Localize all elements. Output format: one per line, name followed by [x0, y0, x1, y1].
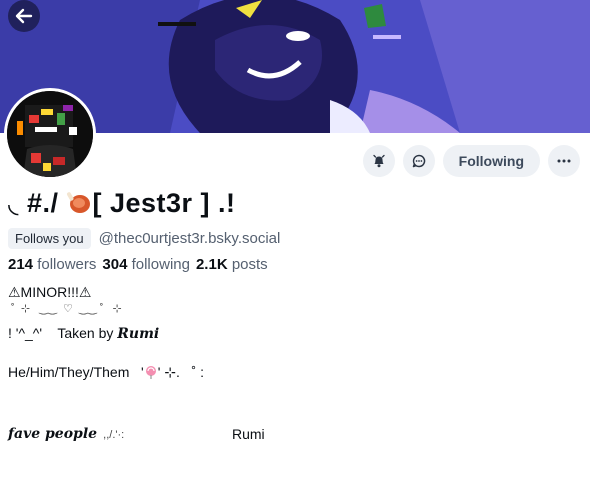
bio-line-4: He/Him/They/Them ' ' ⊹. ˚ : — [8, 364, 204, 381]
bio-line-5: fave people ,,/.'·: — [8, 425, 124, 442]
avatar-image — [7, 91, 93, 177]
chat-bubble-icon — [412, 154, 425, 168]
followers-count: 214 — [8, 256, 34, 273]
back-button[interactable] — [8, 0, 40, 32]
meat-icon — [67, 192, 91, 213]
following-link[interactable]: 304 following — [102, 256, 196, 273]
followers-link[interactable]: 214 followers — [8, 256, 102, 273]
posts-count: 2.1K — [195, 256, 228, 273]
bio-line-4-text: He/Him/They/Them ' — [8, 364, 144, 380]
display-name-main: [ Jest3r ] .! — [92, 188, 236, 218]
bio-rumi-name: Rumi — [117, 326, 160, 342]
bio-line-3: ! '^_^' Taken by Rumi — [8, 325, 159, 342]
bio-line-3-text: ! '^_^' Taken by — [8, 325, 118, 341]
following-label: following — [131, 256, 190, 273]
followers-label: followers — [37, 256, 97, 273]
display-name: ◟ #./ [ Jest3r ] .! — [8, 188, 236, 219]
profile-actions: Following — [362, 145, 580, 177]
posts-stat: 2.1K posts — [196, 256, 274, 273]
bio-line-2: ˚ ⊹ ‿‿ ♡ ‿‿ ˚ ⊹ — [8, 303, 122, 315]
ellipsis-icon — [557, 159, 571, 163]
handle-row: Follows you @thec0urtjest3r.bsky.social — [8, 228, 280, 249]
message-button[interactable] — [402, 145, 435, 177]
bio-line-4-suffix: ' ⊹. ˚ : — [157, 364, 204, 380]
profile-stats: 214 followers 304 following 2.1K posts — [8, 256, 274, 273]
bio-line-5-decor: ,,/.'·: — [97, 429, 125, 441]
display-name-prefix: ◟ #./ — [8, 188, 67, 218]
lollipop-icon — [145, 366, 156, 379]
follows-you-badge: Follows you — [8, 228, 91, 249]
bio-line-1: ⚠MINOR!!!⚠ — [8, 284, 92, 300]
more-options-button[interactable] — [548, 145, 580, 177]
notify-button[interactable] — [362, 145, 395, 177]
bio-fave-name: Rumi — [232, 426, 265, 442]
following-button[interactable]: Following — [442, 145, 540, 177]
posts-label: posts — [231, 256, 268, 273]
bell-icon — [373, 154, 385, 168]
avatar[interactable] — [4, 88, 96, 180]
arrow-left-icon — [15, 8, 33, 24]
handle[interactable]: @thec0urtjest3r.bsky.social — [99, 230, 281, 247]
following-count: 304 — [102, 256, 128, 273]
fave-people-label: fave people — [8, 426, 98, 442]
